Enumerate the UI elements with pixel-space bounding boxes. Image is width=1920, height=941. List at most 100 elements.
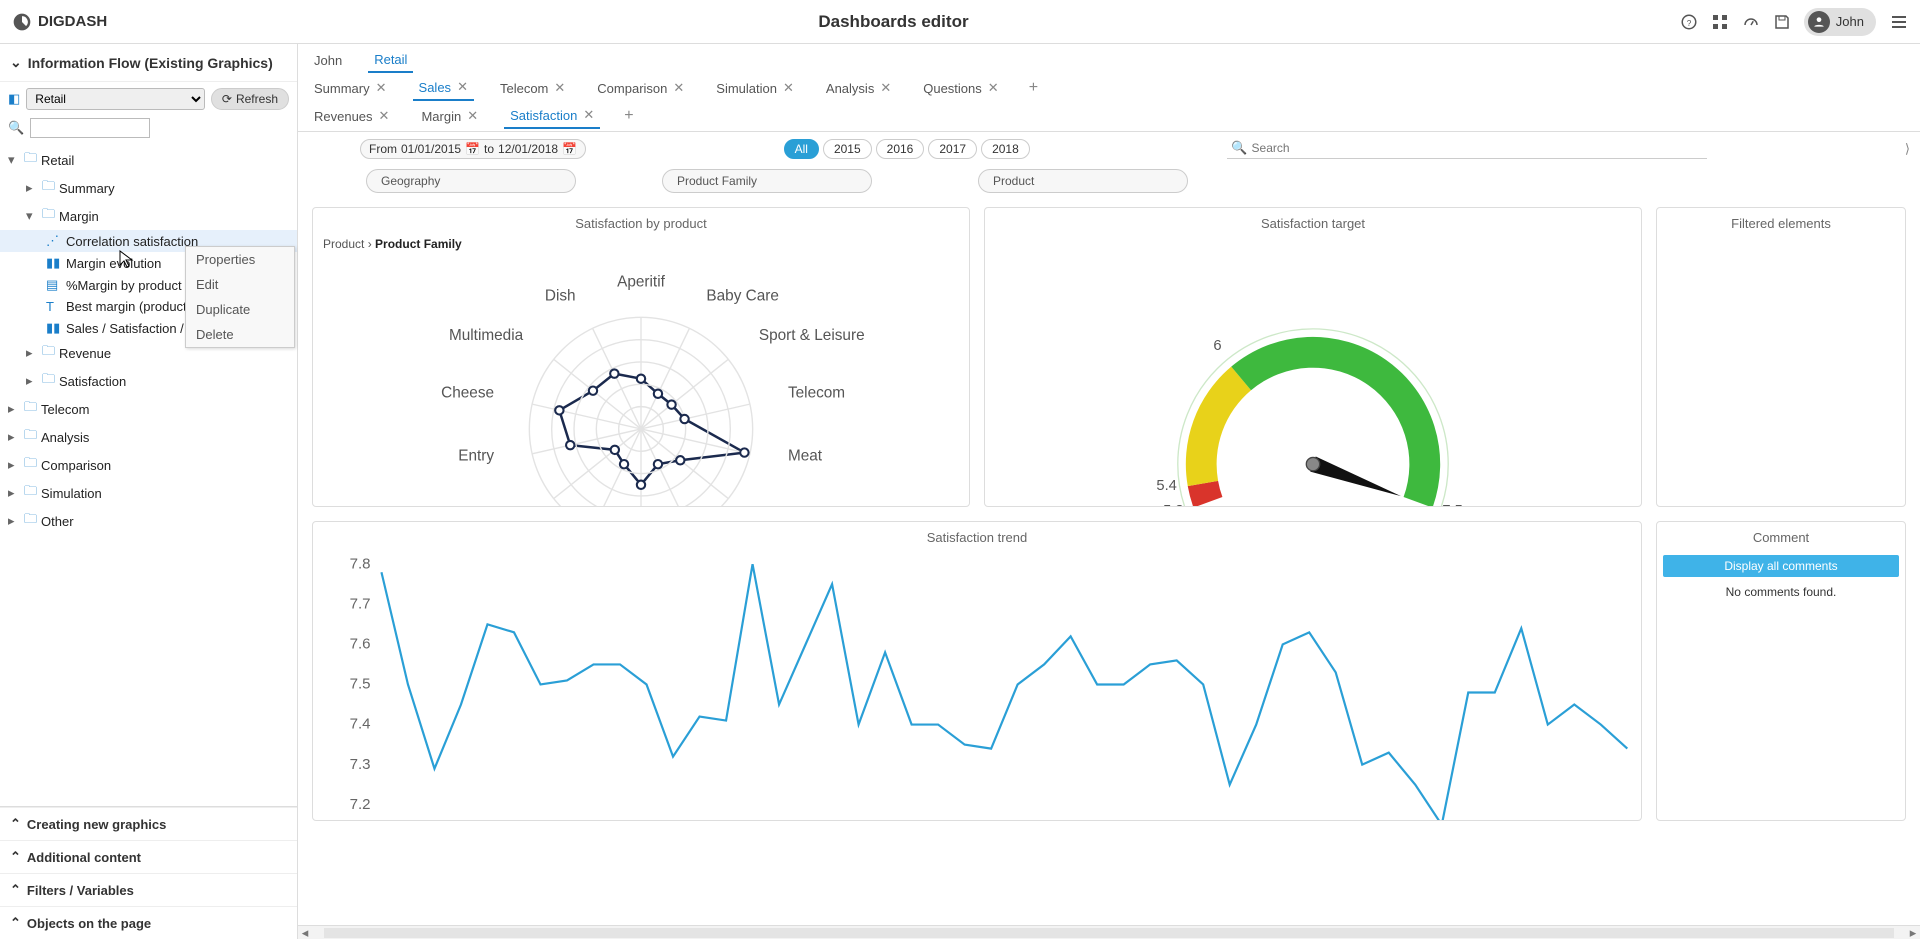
svg-text:Baby Care: Baby Care <box>706 288 779 305</box>
chevron-icon: ▸ <box>8 513 20 529</box>
save-icon[interactable] <box>1774 14 1790 30</box>
refresh-label: Refresh <box>236 92 278 106</box>
tree-folder[interactable]: ▸🗀 Satisfaction <box>0 367 297 395</box>
tab[interactable]: Retail <box>368 48 413 73</box>
refresh-button[interactable]: ⟳ Refresh <box>211 88 289 110</box>
tab[interactable]: Revenues✕ <box>308 104 395 128</box>
close-icon[interactable]: ✕ <box>673 80 684 96</box>
section-additional-content[interactable]: ⌃Additional content <box>0 840 297 873</box>
ctx-delete[interactable]: Delete <box>186 322 294 347</box>
tree-label: Retail <box>41 153 74 168</box>
close-icon[interactable]: ✕ <box>880 80 891 96</box>
dim-product-family[interactable]: Product Family <box>662 169 872 193</box>
tree-folder[interactable]: ▾🗀 Retail <box>0 146 297 174</box>
close-icon[interactable]: ✕ <box>457 79 468 95</box>
dim-geography[interactable]: Geography <box>366 169 576 193</box>
dim-product[interactable]: Product <box>978 169 1188 193</box>
display-comments-button[interactable]: Display all comments <box>1663 555 1899 577</box>
svg-text:5.3: 5.3 <box>1163 503 1183 507</box>
chevron-up-icon: ⌃ <box>10 849 21 865</box>
chevron-up-icon: ⌃ <box>10 816 21 832</box>
panel-satisfaction-trend: Satisfaction trend 7.17.27.37.47.57.67.7… <box>312 521 1642 821</box>
tab[interactable]: Margin✕ <box>415 104 484 128</box>
tree-folder[interactable]: ▾🗀 Margin <box>0 202 297 230</box>
svg-text:Dessert: Dessert <box>470 505 524 507</box>
tree-folder[interactable]: ▸🗀 Comparison <box>0 451 297 479</box>
close-icon[interactable]: ✕ <box>379 108 390 124</box>
tab[interactable]: Simulation✕ <box>710 76 800 100</box>
folder-icon: 🗀 <box>24 482 37 504</box>
section-filters-variables[interactable]: ⌃Filters / Variables <box>0 873 297 906</box>
search-input[interactable] <box>1252 141 1704 155</box>
tab[interactable]: Questions ✕ <box>917 76 1004 100</box>
year-chip[interactable]: 2016 <box>876 139 925 159</box>
tree-folder[interactable]: ▸🗀 Summary <box>0 174 297 202</box>
tab[interactable]: Summary ✕ <box>308 76 393 100</box>
tab-label: Questions <box>923 81 982 96</box>
tab[interactable]: Sales✕ <box>413 75 474 101</box>
tree-folder[interactable]: ▸🗀 Analysis <box>0 423 297 451</box>
wallet-icon[interactable]: ◧ <box>8 91 20 107</box>
tree-folder[interactable]: ▸🗀 Simulation <box>0 479 297 507</box>
date-range-filter[interactable]: From 01/01/2015 📅 to 12/01/2018 📅 <box>360 139 586 159</box>
chevron-icon: ▸ <box>26 180 38 196</box>
year-chip[interactable]: 2015 <box>823 139 872 159</box>
user-menu[interactable]: John <box>1804 8 1876 36</box>
scroll-right-icon[interactable]: ▸ <box>1906 925 1920 941</box>
collapse-right-icon[interactable]: ⟩ <box>1905 141 1910 157</box>
logo-icon <box>12 12 32 32</box>
gauge-icon[interactable] <box>1742 13 1760 31</box>
section-objects-on-page[interactable]: ⌃Objects on the page <box>0 906 297 939</box>
year-chip[interactable]: 2017 <box>928 139 977 159</box>
grid-icon[interactable] <box>1712 14 1728 30</box>
year-chip[interactable]: 2018 <box>981 139 1030 159</box>
horizontal-scrollbar[interactable]: ◂ ▸ <box>298 925 1920 939</box>
close-icon[interactable]: ✕ <box>988 80 999 96</box>
folder-icon: 🗀 <box>42 342 55 364</box>
close-icon[interactable]: ✕ <box>554 80 565 96</box>
tree-label: Margin <box>59 209 99 224</box>
tab[interactable]: Analysis✕ <box>820 76 897 100</box>
tab[interactable]: Satisfaction ✕ <box>504 103 600 129</box>
tab-label: Summary <box>314 81 370 96</box>
ctx-edit[interactable]: Edit <box>186 272 294 297</box>
tab[interactable]: John <box>308 49 348 72</box>
search-icon[interactable]: 🔍 <box>8 120 24 136</box>
svg-text:7.3: 7.3 <box>350 756 371 773</box>
tree-folder[interactable]: ▸🗀 Telecom <box>0 395 297 423</box>
tab[interactable]: Telecom✕ <box>494 76 571 100</box>
add-tab-button[interactable]: + <box>620 107 637 125</box>
svg-text:7.4: 7.4 <box>350 716 371 733</box>
tab[interactable]: Comparison✕ <box>591 76 690 100</box>
bc-product[interactable]: Product <box>323 237 364 251</box>
hamburger-icon[interactable] <box>1890 13 1908 31</box>
folder-icon: 🗀 <box>24 426 37 448</box>
ctx-properties[interactable]: Properties <box>186 247 294 272</box>
close-icon[interactable]: ✕ <box>376 80 387 96</box>
ctx-duplicate[interactable]: Duplicate <box>186 297 294 322</box>
bc-product-family[interactable]: Product Family <box>375 237 462 251</box>
sidebar-section-flows[interactable]: ⌄ Information Flow (Existing Graphics) <box>0 44 297 82</box>
help-icon[interactable]: ? <box>1680 13 1698 31</box>
section-label: Creating new graphics <box>27 817 166 832</box>
folder-icon: 🗀 <box>24 398 37 420</box>
sidebar-search-input[interactable] <box>30 118 150 138</box>
chevron-up-icon: ⌃ <box>10 882 21 898</box>
from-date: 01/01/2015 <box>401 142 461 156</box>
close-icon[interactable]: ✕ <box>583 107 594 123</box>
wallet-select[interactable]: Retail <box>26 88 205 110</box>
year-chip-all[interactable]: All <box>784 139 819 159</box>
chevron-icon: ▸ <box>26 345 38 361</box>
svg-text:Entry: Entry <box>458 448 494 465</box>
add-tab-button[interactable]: + <box>1025 79 1042 97</box>
scroll-left-icon[interactable]: ◂ <box>298 925 312 941</box>
close-icon[interactable]: ✕ <box>783 80 794 96</box>
tab-label: John <box>314 53 342 68</box>
tab-label: Satisfaction <box>510 108 577 123</box>
panel-filtered-elements: Filtered elements <box>1656 207 1906 507</box>
svg-text:7.6: 7.6 <box>350 635 371 652</box>
tree-folder[interactable]: ▸🗀 Other <box>0 507 297 535</box>
global-search[interactable]: 🔍 <box>1227 138 1707 159</box>
close-icon[interactable]: ✕ <box>467 108 478 124</box>
section-new-graphics[interactable]: ⌃ Creating new graphics <box>0 807 297 840</box>
